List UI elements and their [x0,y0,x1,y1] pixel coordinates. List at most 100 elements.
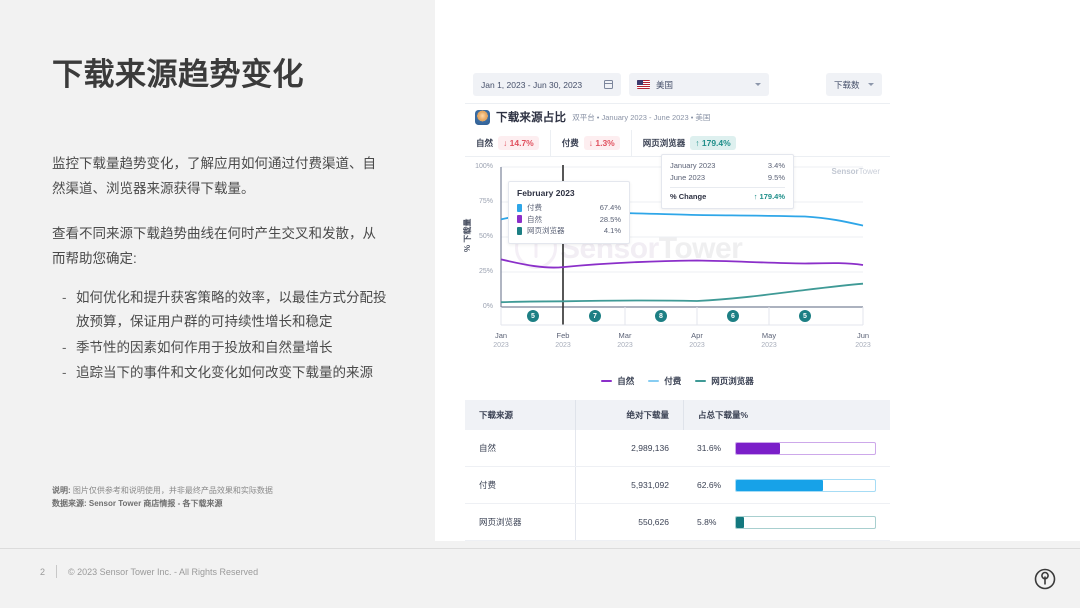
list-item-text: 追踪当下的事件和文化变化如何改变下载量的来源 [76,364,373,380]
x-tick: Mar 2023 [617,331,633,350]
metric-chip-label: 网页浏览器 [642,138,686,148]
legend-item-paid[interactable]: 付费 [648,375,681,387]
interval-badge: 7 [589,310,601,322]
legend-swatch [517,227,522,236]
chart-title: 下载来源占比 [496,112,567,124]
metric-chip-paid: 付费 ↓ 1.3% [549,130,631,156]
cell-bar [735,478,890,492]
tooltip-label: June 2023 [670,173,706,182]
slide-footer: 2 © 2023 Sensor Tower Inc. - All Rights … [40,565,258,578]
tooltip-label: 付费 [527,203,542,212]
legend-line-swatch [695,380,707,382]
x-tick: Jun 2023 [855,331,871,350]
progress-bar-fill [736,479,823,491]
legend-line-swatch [601,380,613,382]
tooltip-row: January 2023 3.4% [670,160,785,172]
trend-line-chart[interactable]: SensorTower SensorTower % 下载量 100% 75% 5… [463,154,890,375]
country-selector[interactable]: 美国 [629,73,769,96]
progress-bar-track [735,441,876,455]
copyright-text: © 2023 Sensor Tower Inc. - All Rights Re… [68,566,259,577]
bullet-dash: - [62,339,67,355]
cell-absolute: 2,989,136 [575,430,683,466]
report-main-column: Jan 1, 2023 - Jun 30, 2023 美国 下载数 下载来源占比… [463,66,890,541]
metric-chip-organic: 自然 ↓ 14.7% [465,130,550,156]
date-range-picker[interactable]: Jan 1, 2023 - Jun 30, 2023 [473,73,621,96]
metric-chip-value: ↓ 1.3% [583,136,620,150]
tooltip-label: 网页浏览器 [527,226,565,236]
cell-percent: 62.6% [697,480,722,490]
tooltip-title: February 2023 [517,188,575,198]
chevron-down-icon [755,83,761,86]
footnote-block: 说明: 图片仅供参考和说明使用，并非最终产品效果和实际数据 数据来源: Sens… [52,484,392,510]
list-item: - 季节性的因素如何作用于投放和自然量增长 [62,336,392,360]
download-sources-table: 下载来源 绝对下载量 占总下载量% 自然 2,989,136 31.6% 付费 … [465,400,890,541]
tooltip-row: 付费 67.4% [517,202,621,214]
cell-absolute: 550,626 [575,504,683,540]
table-row: 自然 2,989,136 31.6% [465,430,890,467]
legend-item-organic[interactable]: 自然 [601,375,634,387]
interval-badge: 5 [799,310,811,322]
tooltip-value: ↑ 179.4% [753,192,785,201]
tooltip-label: January 2023 [670,161,716,170]
cell-source: 网页浏览器 [479,517,522,527]
footer-separator [56,565,58,578]
tooltip-value: 4.1% [603,226,621,236]
x-tick: Feb 2023 [555,331,571,350]
column-header-absolute: 绝对下载量 [575,400,683,430]
slide-left-pane: 下载来源趋势变化 监控下载量趋势变化，了解应用如何通过付费渠道、自然渠道、浏览器… [0,0,435,608]
legend-item-browser[interactable]: 网页浏览器 [695,375,754,387]
country-value: 美国 [656,79,674,90]
sensor-tower-logo-icon [1032,566,1058,592]
legend-label: 自然 [617,376,635,386]
cell-percent: 31.6% [697,443,722,453]
app-icon [475,109,490,125]
list-item: - 追踪当下的事件和文化变化如何改变下载量的来源 [62,361,392,385]
cell-absolute: 5,931,092 [575,467,683,503]
tooltip-divider [670,187,785,188]
chevron-down-icon [868,83,874,86]
chart-legend: 自然 付费 网页浏览器 [465,375,890,387]
tooltip-row: 自然 28.5% [517,214,621,226]
column-header-source: 下载来源 [479,410,514,420]
chart-tooltip-change: January 2023 3.4% June 2023 9.5% % Chang… [661,154,794,209]
list-item-text: 如何优化和提升获客策略的效率，以最佳方式分配投放预算，保证用户群的可持续性增长和… [76,290,387,330]
us-flag-icon [637,80,650,89]
chart-header: 下载来源占比 双平台 • January 2023 - June 2023 • … [465,104,890,130]
metric-chip-value: ↓ 14.7% [498,136,539,150]
metric-selector[interactable]: 下载数 [826,73,882,96]
metric-summary-row: 自然 ↓ 14.7% 付费 ↓ 1.3% 网页浏览器 ↑ 179.4% [465,130,890,157]
table-header-row: 下载来源 绝对下载量 占总下载量% [465,400,890,430]
tooltip-label: % Change [670,192,707,201]
x-tick: Apr 2023 [689,331,705,350]
chart-tooltip-february: February 2023 付费 67.4% 自然 28.5% 网页浏览器 4.… [508,181,630,244]
interval-badge: 8 [655,310,667,322]
x-tick: Jan 2023 [493,331,509,350]
tooltip-row: % Change ↑ 179.4% [670,191,785,203]
footer-divider [0,548,1080,549]
footnote-line: 说明: 图片仅供参考和说明使用，并非最终产品效果和实际数据 [52,484,392,497]
progress-bar-track [735,515,876,529]
legend-label: 付费 [664,376,682,386]
intro-paragraph-1: 监控下载量趋势变化，了解应用如何通过付费渠道、自然渠道、浏览器来源获得下载量。 [52,156,376,196]
date-range-value: Jan 1, 2023 - Jun 30, 2023 [481,79,583,90]
progress-bar-fill [736,516,745,528]
metric-chip-browser: 网页浏览器 ↑ 179.4% [630,130,747,156]
legend-line-swatch [648,380,660,382]
bullet-list: - 如何优化和提升获客策略的效率，以最佳方式分配投放预算，保证用户群的可持续性增… [62,286,392,386]
metric-chip-label: 自然 [476,138,494,148]
footnote-text: 图片仅供参考和说明使用，并非最终产品效果和实际数据 [72,486,273,495]
chart-subtitle: 双平台 • January 2023 - June 2023 • 美国 [572,112,711,122]
source-line: 数据来源: Sensor Tower 商店情报 - 各下载来源 [52,499,223,509]
calendar-icon [604,80,613,89]
page-number: 2 [40,566,46,577]
legend-label: 网页浏览器 [711,376,754,386]
table-row: 付费 5,931,092 62.6% [465,467,890,504]
legend-swatch [517,203,522,212]
cell-bar [735,441,890,455]
tooltip-value: 28.5% [599,214,621,224]
progress-bar-fill [736,442,780,454]
interval-badge: 5 [527,310,539,322]
column-header-percent: 占总下载量% [683,400,890,430]
bullet-dash: - [62,364,67,380]
x-tick: May 2023 [761,331,777,350]
